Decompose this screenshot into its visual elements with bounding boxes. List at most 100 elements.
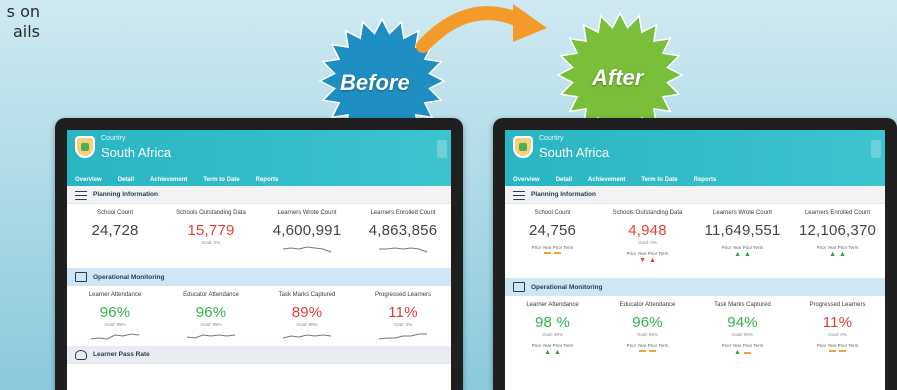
prior-marks [505, 252, 600, 254]
prior-labels: Prior Year Prior Term [531, 343, 574, 348]
kpi-learners-wrote: Learners Wrote Count 4,600,991 [259, 204, 355, 268]
sparkline-icon [378, 333, 427, 340]
kpi-value: 96% [632, 314, 663, 331]
kpi-learners-wrote: Learners Wrote Count 11,649,551 Prior Ye… [695, 204, 790, 278]
kpi-progressed-learners: Progressed Learners 11% Goal: 0% Prior Y… [790, 296, 885, 370]
kpi-value: 89% [291, 304, 323, 321]
kpi-label: Learner Attendance [526, 302, 579, 308]
arrow-up-icon: ▲ [829, 251, 836, 258]
kpi-value: 4,948 [628, 222, 667, 239]
prior-marks [600, 350, 695, 352]
kpi-goal: Goal: 95% [104, 322, 126, 327]
prior-marks: ▲ ▲ [505, 349, 600, 356]
kpi-learners-enrolled: Learners Enrolled Count 12,106,370 Prior… [790, 204, 885, 278]
kpi-label: Task Marks Captured [278, 292, 336, 298]
tab-term-to-date[interactable]: Term to Date [633, 177, 685, 183]
after-badge-label: After [592, 65, 644, 90]
arrow-up-icon: ▲ [734, 349, 741, 356]
section-pass-rate-title: Learner Pass Rate [93, 351, 150, 358]
kpi-value: 24,756 [528, 222, 577, 239]
prior-labels: Prior Year Prior Term [626, 251, 669, 256]
kpi-label: Learners Enrolled Count [370, 210, 436, 216]
kpi-schools-outstanding: Schools Outstanding Data 15,779 Goal: 0% [163, 204, 259, 268]
kpi-value: 98 % [535, 314, 570, 331]
tab-detail[interactable]: Detail [110, 177, 142, 183]
tab-bar: Overview Detail Achievement Term to Date… [505, 177, 724, 183]
cropped-caption-text: s on ails [6, 2, 40, 41]
kpi-label: Progressed Learners [809, 302, 866, 308]
tab-term-to-date[interactable]: Term to Date [195, 177, 247, 183]
kpi-label: School Count [534, 210, 571, 216]
kpi-goal: Goal: 0% [828, 332, 847, 337]
kpi-goal: Goal: 95% [541, 332, 563, 337]
arrow-up-icon: ▲ [544, 349, 551, 356]
after-laptop: Country South Africa Overview Detail Ach… [493, 118, 897, 390]
arrow-icon [416, 4, 547, 53]
kpi-value: 12,106,370 [798, 222, 877, 239]
before-badge-label: Before [340, 70, 410, 95]
kpi-label: Schools Outstanding Data [176, 210, 246, 216]
kpi-task-marks: Task Marks Captured 94% Goal: 90% Prior … [695, 296, 790, 370]
tab-overview[interactable]: Overview [505, 177, 548, 183]
person-icon [75, 349, 87, 360]
tab-detail[interactable]: Detail [548, 177, 580, 183]
list-icon [513, 189, 525, 200]
kpi-label: Schools Outstanding Data [612, 210, 683, 216]
scroll-stub [871, 140, 881, 158]
tab-reports[interactable]: Reports [686, 177, 725, 183]
section-operational: Operational Monitoring [67, 268, 451, 286]
tab-achievement[interactable]: Achievement [580, 177, 633, 183]
kpi-label: Educator Attendance [183, 292, 239, 298]
tab-overview[interactable]: Overview [67, 177, 110, 183]
sparkline-icon [186, 334, 236, 339]
section-planning-title: Planning Information [93, 191, 158, 198]
country-label: Country [101, 135, 126, 142]
prior-marks: ▲ [695, 349, 790, 356]
prior-labels: Prior Year Prior Term [721, 343, 764, 348]
planning-kpis: School Count 24,756 Prior Year Prior Ter… [505, 204, 885, 278]
section-pass-rate: Learner Pass Rate [67, 346, 451, 364]
prior-labels: Prior Year Prior Term [816, 245, 859, 250]
kpi-goal: Goal: 95% [200, 322, 222, 327]
arrow-up-icon: ▲ [649, 257, 656, 264]
prior-marks [790, 350, 885, 352]
arrow-up-icon: ▲ [554, 349, 561, 356]
logo-icon [513, 136, 533, 158]
kpi-label: Learner Attendance [88, 292, 142, 298]
kpi-label: Learners Wrote Count [713, 210, 772, 216]
section-operational-title: Operational Monitoring [93, 273, 165, 281]
kpi-educator-attendance: Educator Attendance 96% Goal: 95% Prior … [600, 296, 695, 370]
kpi-value: 11% [822, 314, 853, 331]
kpi-value: 11% [388, 304, 418, 321]
country-name: South Africa [539, 145, 610, 160]
kpi-learner-attendance: Learner Attendance 98 % Goal: 95% Prior … [505, 296, 600, 370]
logo-icon [75, 136, 95, 158]
dashboard-header: Country South Africa Overview Detail Ach… [67, 130, 451, 186]
kpi-task-marks: Task Marks Captured 89% Goal: 90% [259, 286, 355, 346]
tab-bar: Overview Detail Achievement Term to Date… [67, 177, 286, 183]
kpi-value: 96% [99, 304, 131, 321]
tab-achievement[interactable]: Achievement [142, 177, 195, 183]
country-name: South Africa [101, 145, 172, 160]
monitor-icon [513, 282, 525, 292]
arrow-down-icon: ▼ [639, 257, 646, 264]
kpi-progressed-learners: Progressed Learners 11% Goal: 0% [355, 286, 451, 346]
kpi-label: Task Marks Captured [714, 302, 771, 308]
kpi-label: Educator Attendance [619, 302, 676, 308]
tab-reports[interactable]: Reports [248, 177, 287, 183]
kpi-goal: Goal: 0% [393, 322, 413, 327]
kpi-school-count: School Count 24,728 [67, 204, 163, 268]
kpi-value: 4,863,856 [368, 222, 438, 239]
kpi-label: School Count [96, 210, 134, 216]
prior-labels: Prior Year Prior Term [531, 245, 574, 250]
scroll-stub [437, 140, 447, 158]
kpi-value: 94% [727, 314, 758, 331]
operational-kpis: Learner Attendance 98 % Goal: 95% Prior … [505, 296, 885, 370]
sparkline-icon [379, 247, 428, 253]
arrow-up-icon: ▲ [839, 251, 846, 258]
dashboard-header: Country South Africa Overview Detail Ach… [505, 130, 885, 186]
section-planning: Planning Information [505, 186, 885, 204]
section-planning: Planning Information [67, 186, 451, 204]
kpi-label: Progressed Learners [374, 292, 432, 298]
section-planning-title: Planning Information [531, 191, 596, 198]
